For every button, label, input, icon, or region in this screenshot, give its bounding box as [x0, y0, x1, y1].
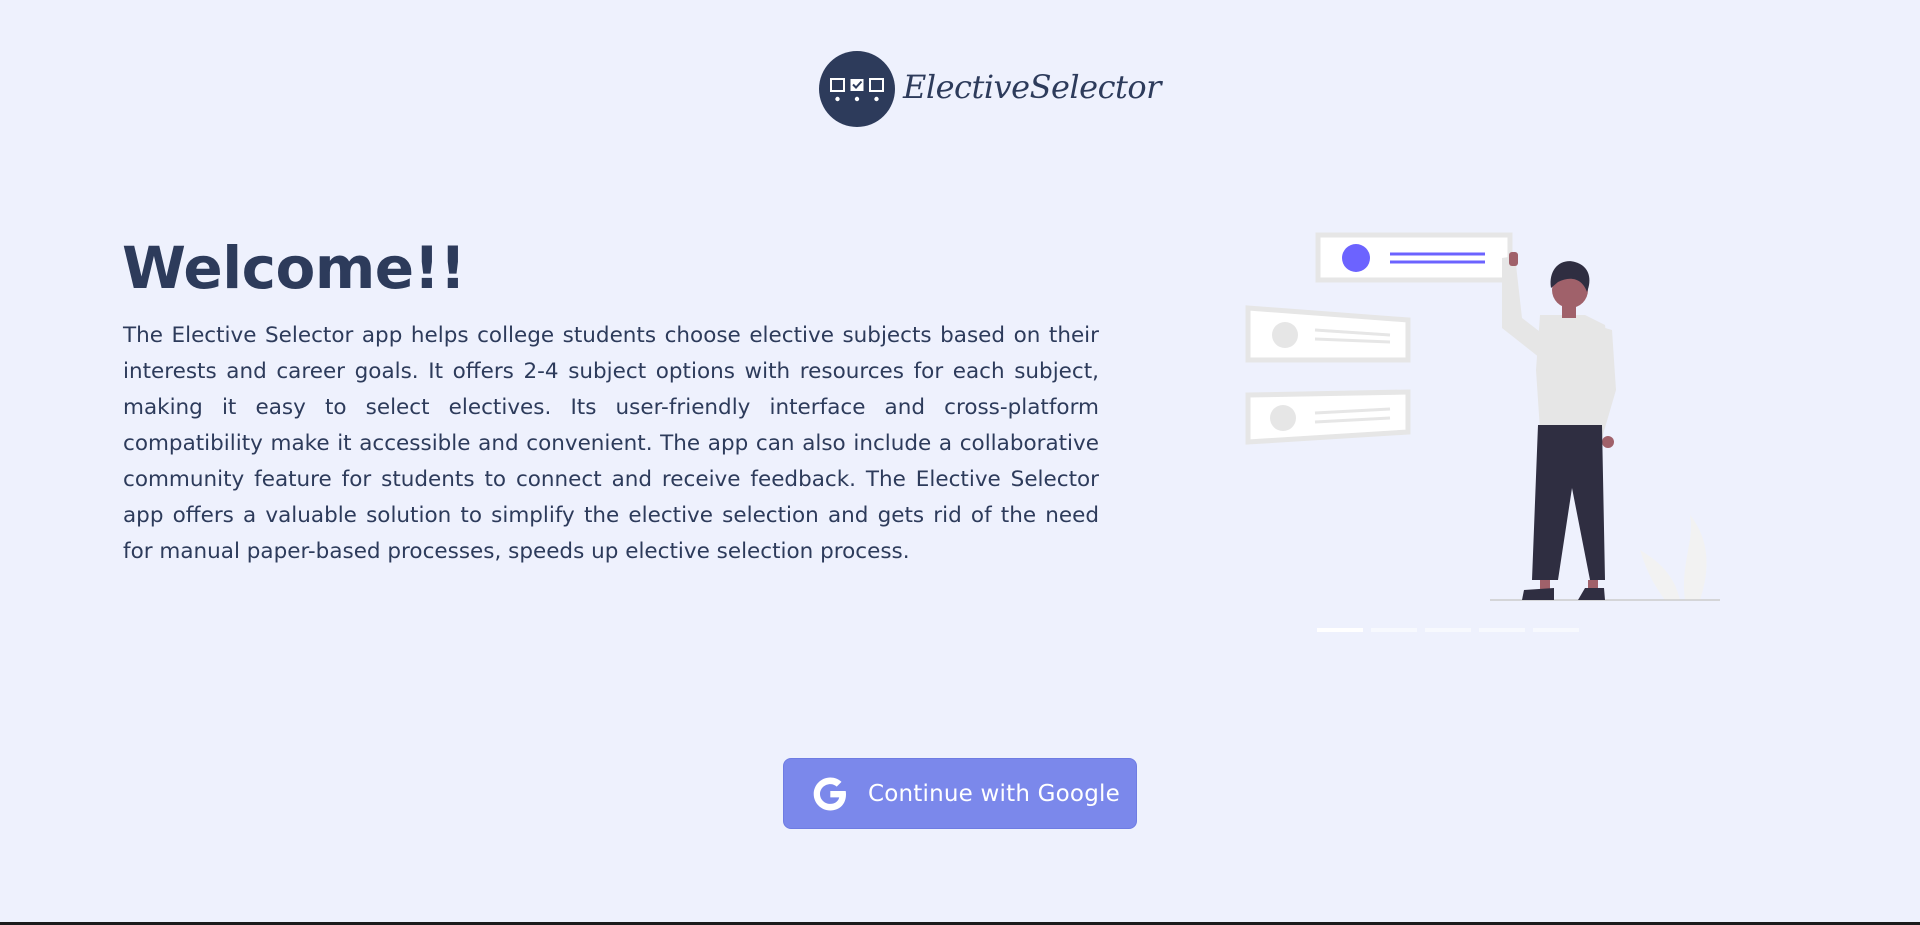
option-card: [1245, 305, 1411, 363]
person-figure: [1502, 252, 1616, 600]
brand-name: ElectiveSelector: [903, 68, 1161, 106]
welcome-title: Welcome!!: [122, 234, 466, 302]
brand-header[interactable]: ElectiveSelector: [819, 51, 1161, 127]
carousel-dot[interactable]: [1533, 628, 1579, 632]
carousel-dot[interactable]: [1479, 628, 1525, 632]
carousel-dot[interactable]: [1317, 628, 1363, 632]
welcome-description: The Elective Selector app helps college …: [123, 323, 1099, 564]
google-button-label: Continue with Google: [868, 780, 1120, 807]
continue-with-google-button[interactable]: Continue with Google: [783, 758, 1137, 829]
carousel-dot[interactable]: [1371, 628, 1417, 632]
person-selecting-options-illustration: [1245, 232, 1720, 601]
checkbox-ballot-icon: [819, 51, 895, 127]
carousel-indicators: [1317, 628, 1579, 632]
option-card-selected: [1315, 232, 1513, 283]
google-icon: [813, 777, 846, 810]
login-page: ElectiveSelector Welcome!! The Elective …: [0, 0, 1920, 925]
option-card: [1245, 389, 1411, 445]
carousel-dot[interactable]: [1425, 628, 1471, 632]
plant-decoration: [1640, 515, 1707, 600]
